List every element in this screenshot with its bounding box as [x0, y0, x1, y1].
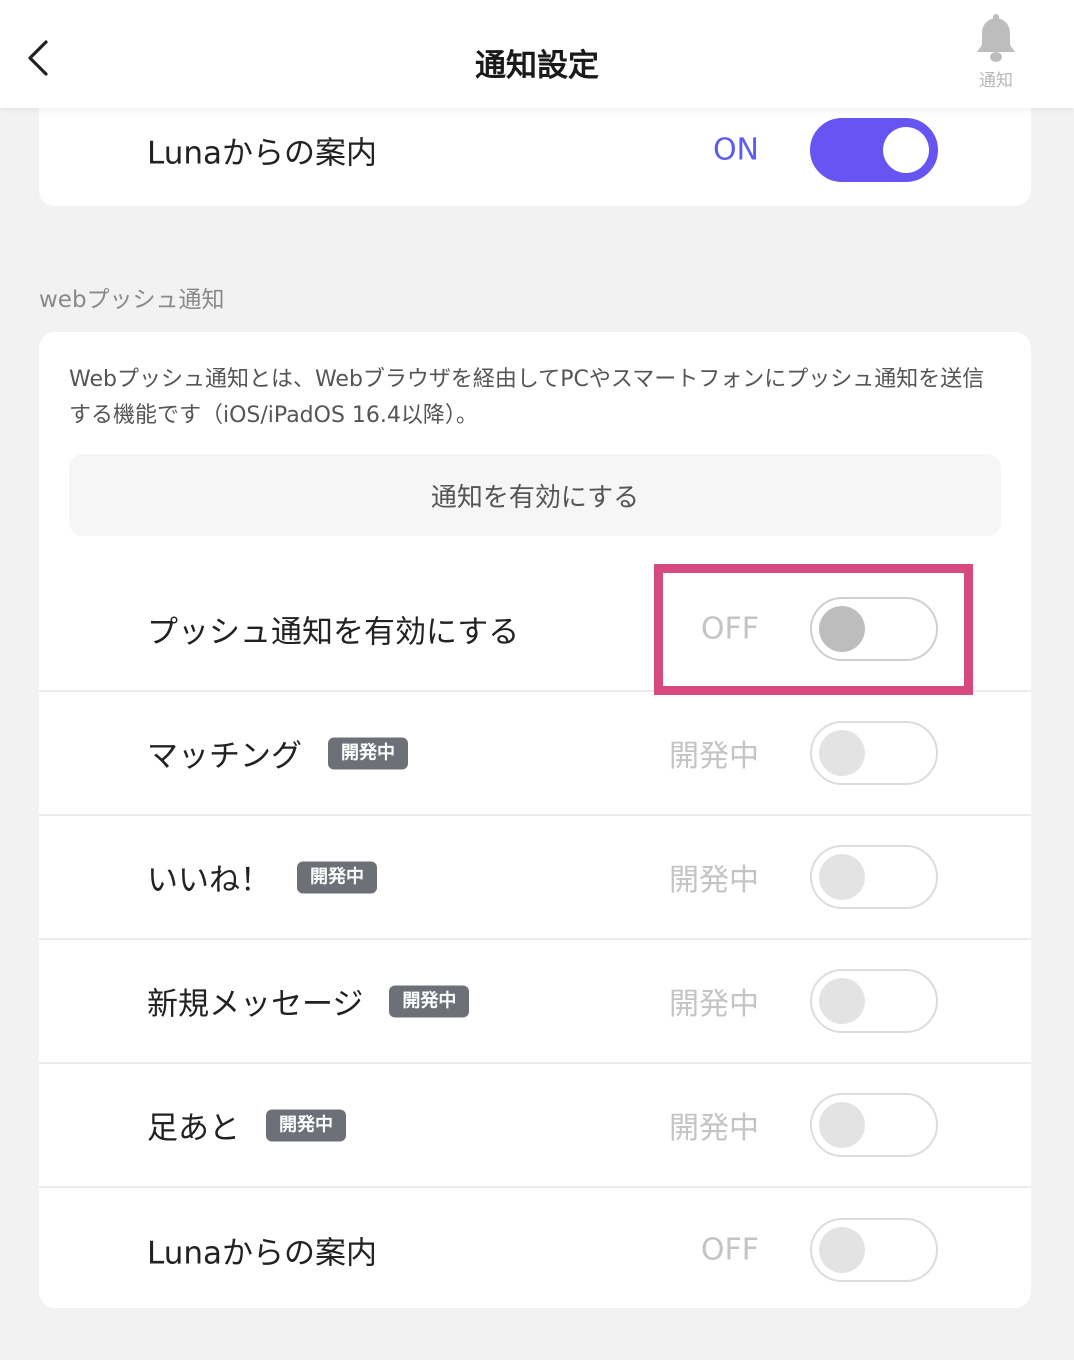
- row-label-text: Lunaからの案内: [147, 135, 378, 172]
- in-development-badge: 開発中: [328, 737, 408, 769]
- toggle-knob: [819, 854, 865, 900]
- toggle-switch[interactable]: [810, 721, 938, 785]
- toggle-switch[interactable]: [810, 1093, 938, 1157]
- row-label: マッチング 開発中: [147, 731, 408, 776]
- row-status: 開発中: [669, 739, 759, 774]
- settings-row-like: いいね！ 開発中 開発中: [39, 816, 1031, 940]
- settings-row-footprints: 足あと 開発中 開発中: [39, 1064, 1031, 1188]
- in-development-badge: 開発中: [297, 861, 377, 893]
- row-label-text: プッシュ通知を有効にする: [147, 614, 520, 651]
- row-label: 新規メッセージ 開発中: [147, 979, 470, 1024]
- row-status: ON: [712, 132, 759, 168]
- toggle-switch[interactable]: [810, 969, 938, 1033]
- toggle-knob: [819, 730, 865, 776]
- row-label: いいね！ 開発中: [147, 855, 377, 900]
- toggle-switch[interactable]: [810, 1218, 938, 1282]
- toggle-knob: [819, 978, 865, 1024]
- row-status: 開発中: [669, 863, 759, 898]
- toggle-switch[interactable]: [810, 845, 938, 909]
- enable-notifications-button[interactable]: 通知を有効にする: [69, 454, 1001, 536]
- settings-row-luna-info: Lunaからの案内 OFF: [39, 1188, 1031, 1308]
- in-development-badge: 開発中: [389, 985, 470, 1017]
- row-label-text: Lunaからの案内: [147, 1235, 378, 1272]
- row-label-text: いいね！: [147, 862, 271, 899]
- app-header: 通知設定 通知: [0, 0, 1074, 108]
- in-development-badge: 開発中: [266, 1109, 346, 1141]
- toggle-knob: [819, 1227, 865, 1273]
- toggle-switch[interactable]: [810, 118, 938, 182]
- settings-row-matching: マッチング 開発中 開発中: [39, 692, 1031, 816]
- bell-label: 通知: [979, 71, 1013, 91]
- toggle-knob: [883, 127, 929, 173]
- row-status: OFF: [700, 611, 759, 647]
- row-label: 足あと 開発中: [147, 1103, 346, 1148]
- page-title: 通知設定: [475, 48, 599, 84]
- web-push-card: Webプッシュ通知とは、Webブラウザを経由してPCやスマートフォンにプッシュ通…: [39, 332, 1031, 1308]
- row-label: Lunaからの案内: [147, 1228, 377, 1273]
- row-status: 開発中: [669, 1111, 759, 1146]
- row-label: プッシュ通知を有効にする: [147, 607, 519, 652]
- description-text: Webプッシュ通知とは、Webブラウザを経由してPCやスマートフォンにプッシュ通…: [69, 367, 985, 428]
- section-title: webプッシュ通知: [39, 287, 225, 313]
- row-label-text: マッチング: [147, 738, 302, 775]
- row-status: 開発中: [669, 987, 759, 1022]
- toggle-knob: [819, 606, 865, 652]
- row-label: Lunaからの案内: [147, 128, 377, 173]
- row-label-text: 足あと: [147, 1110, 240, 1147]
- bell-icon: [977, 14, 1015, 62]
- row-label-text: 新規メッセージ: [147, 986, 364, 1023]
- toggle-knob: [819, 1102, 865, 1148]
- notification-button[interactable]: 通知: [962, 12, 1030, 94]
- toggle-switch[interactable]: [810, 597, 938, 661]
- row-status: OFF: [700, 1232, 759, 1268]
- settings-row-push-enable: プッシュ通知を有効にする OFF: [39, 568, 1031, 692]
- settings-row-new-message: 新規メッセージ 開発中 開発中: [39, 940, 1031, 1064]
